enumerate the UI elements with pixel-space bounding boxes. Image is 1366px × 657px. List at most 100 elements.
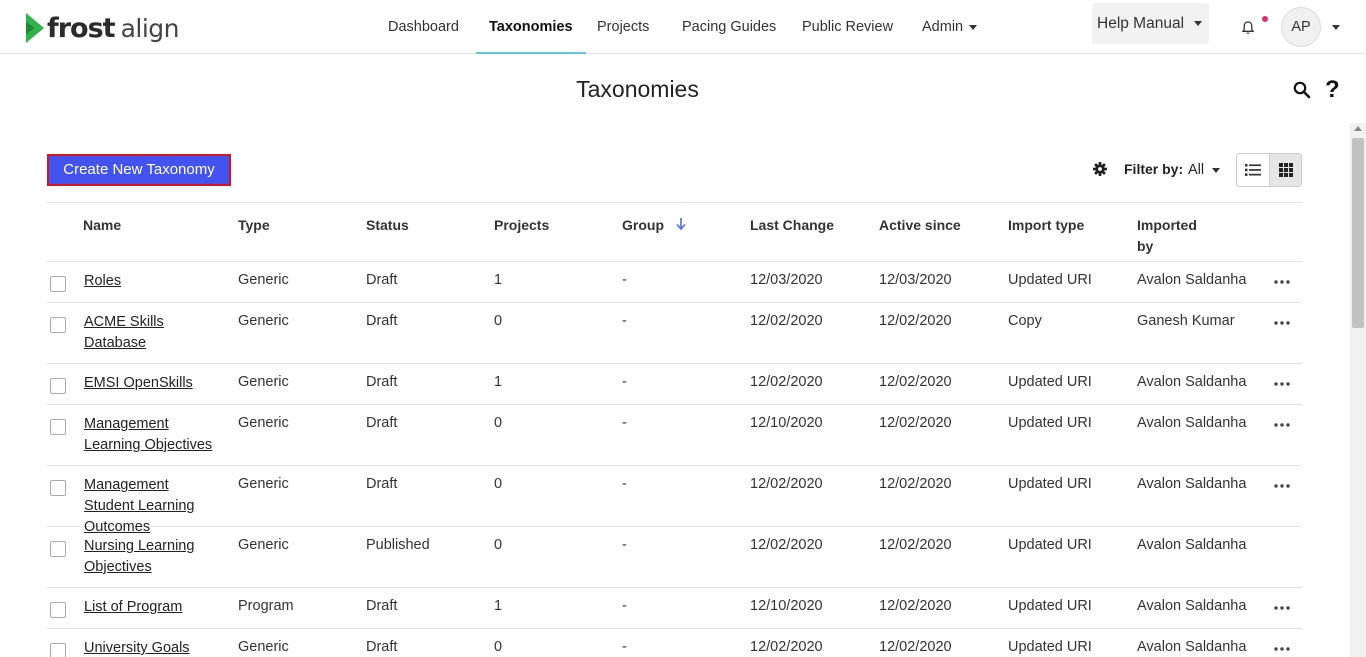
more-options-icon[interactable]	[1273, 381, 1291, 387]
taxonomy-name-link[interactable]: Roles	[84, 271, 219, 292]
nav-pacing-guides[interactable]: Pacing Guides	[682, 0, 776, 54]
cell-active-since: 12/02/2020	[879, 537, 952, 553]
col-header-name[interactable]: Name	[83, 215, 121, 236]
cell-last-change: 12/02/2020	[750, 476, 823, 492]
cell-group: -	[622, 476, 627, 492]
row-checkbox[interactable]	[50, 541, 66, 557]
cell-type: Generic	[238, 639, 289, 655]
nav-public-review[interactable]: Public Review	[802, 0, 893, 54]
col-header-group[interactable]: Group	[622, 215, 686, 236]
col-header-projects[interactable]: Projects	[494, 215, 549, 236]
row-checkbox[interactable]	[50, 378, 66, 394]
gear-icon[interactable]	[1093, 162, 1107, 176]
cell-status: Draft	[366, 476, 398, 492]
col-header-import-type[interactable]: Import type	[1008, 215, 1084, 236]
cell-import-type: Updated URI	[1008, 374, 1092, 390]
cell-imported-by: Avalon Saldanha	[1137, 476, 1247, 492]
cell-status: Draft	[366, 415, 398, 431]
cell-group: -	[622, 374, 627, 390]
grid-view-button[interactable]	[1269, 154, 1301, 186]
nav-projects[interactable]: Projects	[597, 0, 649, 54]
cell-status: Draft	[366, 598, 398, 614]
row-checkbox[interactable]	[50, 276, 66, 292]
taxonomies-table: Name Type Status Projects Group Last Cha…	[47, 202, 1302, 657]
page-scrollbar[interactable]	[1350, 123, 1366, 657]
cell-type: Generic	[238, 537, 289, 553]
nav-dashboard[interactable]: Dashboard	[388, 0, 459, 54]
taxonomy-name-link[interactable]: Management Learning Objectives	[84, 414, 219, 456]
row-checkbox[interactable]	[50, 643, 66, 657]
table-row[interactable]: Management Learning Objectives Generic Dra…	[47, 405, 1302, 466]
more-options-icon[interactable]	[1273, 422, 1291, 428]
col-header-imported-by[interactable]: Imported by	[1137, 215, 1197, 257]
cell-projects: 0	[494, 639, 503, 655]
more-options-icon[interactable]	[1273, 279, 1291, 285]
cell-imported-by: Avalon Saldanha	[1137, 374, 1247, 390]
cell-active-since: 12/02/2020	[879, 598, 952, 614]
cell-last-change: 12/02/2020	[750, 313, 823, 329]
page-title: Taxonomies	[576, 76, 699, 102]
more-options-icon[interactable]	[1273, 605, 1291, 611]
chevron-down-icon	[1194, 21, 1203, 26]
cell-active-since: 12/02/2020	[879, 374, 952, 390]
filter-dropdown[interactable]: All	[1188, 162, 1221, 178]
list-view-button[interactable]	[1237, 154, 1269, 186]
view-toggle	[1236, 153, 1302, 187]
table-row[interactable]: Roles Generic Draft 1 - 12/03/2020 12/03/2020 U…	[47, 262, 1302, 303]
cell-status: Draft	[366, 374, 398, 390]
nav-taxonomies[interactable]: Taxonomies	[476, 0, 585, 54]
col-header-last-change[interactable]: Last Change	[750, 215, 834, 236]
taxonomy-name-link[interactable]: List of Program	[84, 597, 219, 618]
cell-type: Program	[238, 598, 294, 614]
cell-group: -	[622, 537, 627, 553]
more-options-icon[interactable]	[1273, 320, 1291, 326]
cell-imported-by: Avalon Saldanha	[1137, 639, 1247, 655]
more-options-icon[interactable]	[1273, 646, 1291, 652]
cell-group: -	[622, 313, 627, 329]
table-row[interactable]: EMSI OpenSkills Generic Draft 1 - 12/02/2020 1…	[47, 364, 1302, 405]
taxonomy-name-link[interactable]: ACME Skills Database	[84, 312, 219, 354]
create-new-taxonomy-button[interactable]: Create New Taxonomy	[47, 154, 231, 186]
cell-group: -	[622, 272, 627, 288]
more-options-icon[interactable]	[1273, 483, 1291, 489]
table-row[interactable]: Management Student Learning Outcomes Gene…	[47, 466, 1302, 535]
bell-icon[interactable]	[1241, 20, 1255, 36]
table-row[interactable]: Nursing Learning Objectives Generic Publis…	[47, 527, 1302, 588]
logo-text-frost: frost	[47, 12, 116, 44]
table-row[interactable]: ACME Skills Database Generic Draft 0 - 12/02/…	[47, 303, 1302, 364]
list-icon	[1245, 164, 1261, 176]
scroll-thumb[interactable]	[1352, 138, 1364, 328]
cell-status: Draft	[366, 272, 398, 288]
question-icon[interactable]: ?	[1325, 77, 1340, 103]
row-checkbox[interactable]	[50, 419, 66, 435]
notification-dot	[1262, 16, 1268, 22]
help-manual-dropdown[interactable]: Help Manual	[1092, 3, 1209, 44]
row-checkbox[interactable]	[50, 317, 66, 333]
arrow-down-icon	[676, 218, 686, 230]
col-header-status[interactable]: Status	[366, 215, 409, 236]
grid-icon	[1278, 163, 1293, 177]
help-manual-label: Help Manual	[1097, 14, 1185, 32]
logo-chevron-icon	[26, 13, 44, 43]
cell-last-change: 12/02/2020	[750, 374, 823, 390]
scroll-up-arrow-icon[interactable]	[1354, 126, 1362, 131]
cell-active-since: 12/02/2020	[879, 639, 952, 655]
col-header-type[interactable]: Type	[238, 215, 270, 236]
taxonomy-name-link[interactable]: EMSI OpenSkills	[84, 373, 219, 394]
cell-projects: 1	[494, 272, 503, 288]
frost-align-logo[interactable]: frost align	[24, 12, 180, 44]
cell-projects: 1	[494, 374, 503, 390]
search-icon[interactable]	[1293, 81, 1311, 99]
table-row[interactable]: List of Program Program Draft 1 - 12/10/2020 1…	[47, 588, 1302, 629]
user-avatar[interactable]: AP	[1281, 7, 1321, 47]
nav-admin[interactable]: Admin	[922, 0, 978, 54]
logo-text-align: align	[120, 13, 180, 43]
col-header-active-since[interactable]: Active since	[879, 215, 961, 236]
cell-group: -	[622, 415, 627, 431]
row-checkbox[interactable]	[50, 480, 66, 496]
row-checkbox[interactable]	[50, 602, 66, 618]
chevron-down-icon[interactable]	[1332, 25, 1340, 30]
taxonomy-name-link[interactable]: Nursing Learning Objectives	[84, 536, 219, 578]
table-row[interactable]: University Goals Generic Draft 0 - 12/02/2020…	[47, 629, 1302, 657]
taxonomy-name-link[interactable]: University Goals	[84, 638, 219, 657]
